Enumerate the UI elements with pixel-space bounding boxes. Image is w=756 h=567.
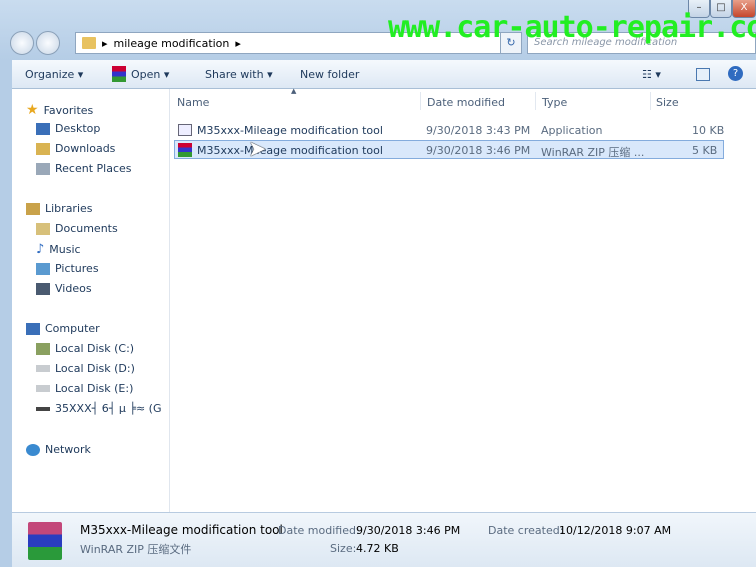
sidebar-item-local-disk-c[interactable]: Local Disk (C:) xyxy=(36,342,134,355)
videos-icon xyxy=(36,282,50,295)
chevron-right-icon: ▸ xyxy=(102,36,108,50)
sort-indicator-icon: ▲ xyxy=(291,87,297,95)
mouse-cursor-icon: ➤ xyxy=(248,137,267,162)
disk-icon xyxy=(36,365,50,372)
desktop-icon xyxy=(36,122,50,135)
preview-pane-icon[interactable] xyxy=(696,68,710,81)
column-divider[interactable] xyxy=(420,92,421,110)
details-pane: M35xxx-Mileage modification tool WinRAR … xyxy=(12,512,756,567)
winrar-icon xyxy=(178,143,192,157)
view-options-icon[interactable]: ☷ ▾ xyxy=(642,68,661,81)
music-icon: ♪ xyxy=(36,242,45,257)
navigation-pane: ★ Favorites Desktop Downloads Recent Plac… xyxy=(12,89,170,512)
column-date-modified[interactable]: Date modified xyxy=(427,96,505,109)
watermark: www.car-auto-repair.com xyxy=(388,10,756,45)
sidebar-item-downloads[interactable]: Downloads xyxy=(36,142,115,155)
toolbar: Organize ▾ Open ▾ Share with ▾ New folde… xyxy=(0,60,756,89)
system-disk-icon xyxy=(36,342,50,355)
sidebar-item-computer[interactable]: Computer xyxy=(26,322,100,335)
sidebar-item-removable-g[interactable]: 35XXX┤ 6┤ µ ╞≈ (G xyxy=(36,402,162,415)
recent-places-icon xyxy=(36,162,50,175)
star-icon: ★ xyxy=(26,102,39,118)
address-path[interactable]: mileage modification xyxy=(114,37,230,50)
sidebar-item-documents[interactable]: Documents xyxy=(36,222,118,235)
column-headers: Name ▲ Date modified Type Size xyxy=(171,87,756,113)
sidebar-item-videos[interactable]: Videos xyxy=(36,282,92,295)
folder-icon xyxy=(82,37,96,49)
winrar-large-icon xyxy=(28,522,62,560)
back-button[interactable] xyxy=(10,31,34,55)
libraries-icon xyxy=(26,202,40,215)
sidebar-item-recent-places[interactable]: Recent Places xyxy=(36,162,132,175)
sidebar-item-favorites[interactable]: ★ Favorites xyxy=(26,102,93,118)
sidebar-item-libraries[interactable]: Libraries xyxy=(26,202,93,215)
share-with-button[interactable]: Share with ▾ xyxy=(205,68,273,81)
application-icon xyxy=(178,124,192,136)
downloads-icon xyxy=(36,142,50,155)
column-name[interactable]: Name xyxy=(177,96,209,109)
computer-icon xyxy=(26,322,40,335)
sidebar-item-network[interactable]: Network xyxy=(26,443,91,456)
sidebar-item-local-disk-e[interactable]: Local Disk (E:) xyxy=(36,382,133,395)
sidebar-item-pictures[interactable]: Pictures xyxy=(36,262,99,275)
column-divider[interactable] xyxy=(535,92,536,110)
sidebar-item-music[interactable]: ♪ Music xyxy=(36,242,81,257)
pictures-icon xyxy=(36,262,50,275)
column-type[interactable]: Type xyxy=(542,96,567,109)
winrar-icon xyxy=(112,66,126,82)
forward-button[interactable] xyxy=(36,31,60,55)
documents-icon xyxy=(36,222,50,235)
sidebar-item-local-disk-d[interactable]: Local Disk (D:) xyxy=(36,362,135,375)
column-divider[interactable] xyxy=(650,92,651,110)
disk-icon xyxy=(36,385,50,392)
organize-button[interactable]: Organize ▾ xyxy=(25,68,83,81)
open-button[interactable]: Open ▾ xyxy=(131,68,169,81)
removable-drive-icon xyxy=(36,406,50,411)
window-frame xyxy=(0,60,12,567)
sidebar-item-desktop[interactable]: Desktop xyxy=(36,122,100,135)
new-folder-button[interactable]: New folder xyxy=(300,68,359,81)
network-icon xyxy=(26,443,40,456)
chevron-right-icon: ▸ xyxy=(235,36,241,50)
column-size[interactable]: Size xyxy=(656,96,679,109)
help-icon[interactable]: ? xyxy=(728,66,743,81)
